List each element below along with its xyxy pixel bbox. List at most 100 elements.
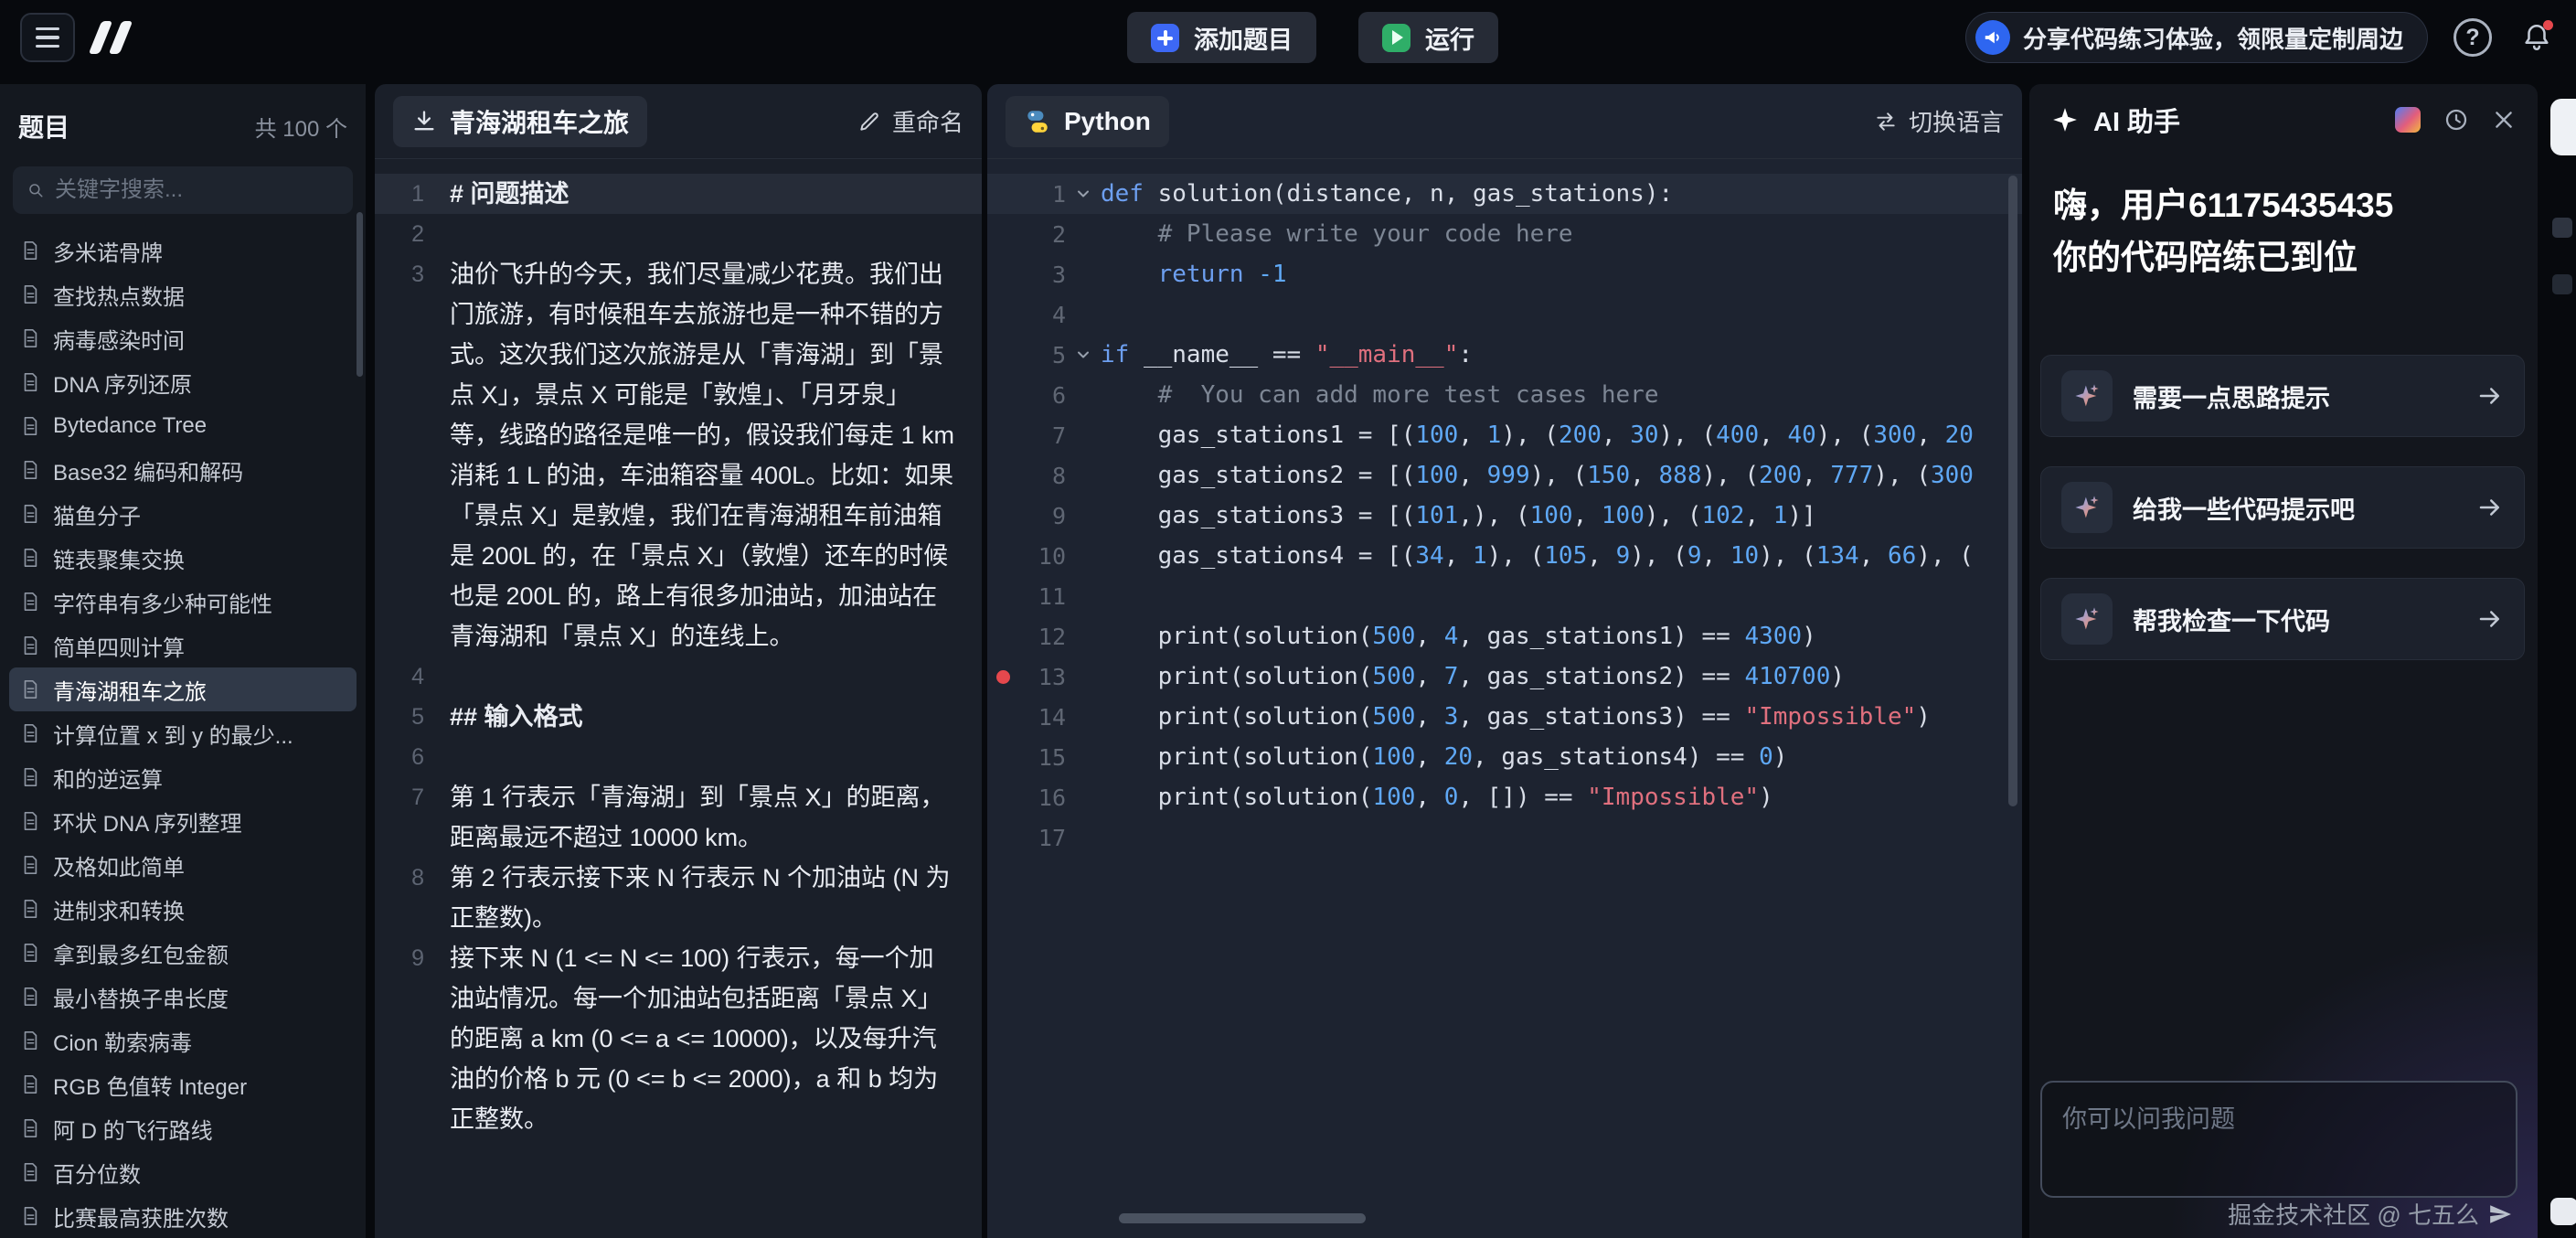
chevron-down-icon[interactable]: [1074, 185, 1092, 203]
code-text[interactable]: gas_stations4 = [(34, 1), (105, 9), (9, …: [1101, 536, 2022, 576]
code-text[interactable]: if __name__ == "__main__":: [1101, 335, 2022, 375]
theme-palette-icon[interactable]: [2395, 107, 2421, 133]
code-text[interactable]: print(solution(500, 4, gas_stations1) ==…: [1101, 616, 2022, 656]
sidebar-item[interactable]: 多米诺骨牌: [9, 229, 357, 272]
fold-gutter[interactable]: [1066, 346, 1101, 364]
code-line[interactable]: 16 print(solution(100, 0, []) == "Imposs…: [987, 777, 2022, 817]
code-line[interactable]: 3 return -1: [987, 254, 2022, 294]
promo-banner[interactable]: 分享代码练习体验，领限量定制周边: [1965, 12, 2428, 63]
code-text[interactable]: gas_stations1 = [(100, 1), (200, 30), (4…: [1101, 415, 2022, 455]
fold-gutter[interactable]: [1066, 185, 1101, 203]
code-text[interactable]: print(solution(100, 20, gas_stations4) =…: [1101, 737, 2022, 777]
sidebar-item-label: 比赛最高获胜次数: [53, 1201, 229, 1233]
code-line[interactable]: 15 print(solution(100, 20, gas_stations4…: [987, 737, 2022, 777]
code-line[interactable]: 1 def solution(distance, n, gas_stations…: [987, 174, 2022, 214]
document-icon: [20, 416, 40, 436]
code-line[interactable]: 14 print(solution(500, 3, gas_stations3)…: [987, 697, 2022, 737]
code-text[interactable]: print(solution(500, 3, gas_stations3) ==…: [1101, 697, 2022, 737]
line-number: 1: [1018, 181, 1066, 208]
sidebar-item[interactable]: 阿 D 的飞行路线: [9, 1106, 357, 1150]
ai-input-field[interactable]: [2042, 1083, 2516, 1196]
edge-icon-2[interactable]: [2552, 274, 2572, 294]
sidebar-item[interactable]: 计算位置 x 到 y 的最少...: [9, 711, 357, 755]
code-line[interactable]: 12 print(solution(500, 4, gas_stations1)…: [987, 616, 2022, 656]
code-text[interactable]: return -1: [1101, 254, 2022, 294]
document-icon: [20, 328, 40, 348]
sidebar-item[interactable]: 查找热点数据: [9, 272, 357, 316]
vertical-scrollbar[interactable]: [2008, 176, 2017, 806]
sidebar-item[interactable]: 猫鱼分子: [9, 492, 357, 536]
sidebar-item[interactable]: 环状 DNA 序列整理: [9, 799, 357, 843]
code-text[interactable]: # You can add more test cases here: [1101, 375, 2022, 415]
horizontal-scrollbar[interactable]: [1119, 1213, 1366, 1223]
edge-icon[interactable]: [2552, 218, 2572, 238]
search-input[interactable]: [55, 177, 338, 203]
line-number: 1: [375, 174, 450, 214]
sidebar-item[interactable]: 病毒感染时间: [9, 316, 357, 360]
breakpoint-dot[interactable]: [996, 670, 1010, 684]
sidebar-item[interactable]: 最小替换子串长度: [9, 975, 357, 1019]
sidebar-item-label: 青海湖租车之旅: [53, 674, 207, 706]
sidebar-item[interactable]: 简单四则计算: [9, 624, 357, 667]
menu-button[interactable]: [20, 13, 75, 62]
history-button[interactable]: [2443, 106, 2470, 133]
help-button[interactable]: ?: [2454, 18, 2492, 57]
code-line[interactable]: 9 gas_stations3 = [(101,), (100, 100), (…: [987, 496, 2022, 536]
code-text[interactable]: print(solution(500, 7, gas_stations2) ==…: [1101, 656, 2022, 697]
sidebar-scrollbar[interactable]: [357, 212, 363, 377]
top-bar: 添加题目 运行 分享代码练习体验，领限量定制周边 ?: [0, 0, 2576, 75]
code-line[interactable]: 2 # Please write your code here: [987, 214, 2022, 254]
problem-title-chip[interactable]: 青海湖租车之旅: [393, 96, 647, 147]
sidebar-item[interactable]: Cion 勒索病毒: [9, 1019, 357, 1062]
code-editor[interactable]: 1 def solution(distance, n, gas_stations…: [987, 159, 2022, 858]
rename-button[interactable]: 重命名: [857, 104, 963, 138]
sidebar-item[interactable]: 百分位数: [9, 1150, 357, 1194]
breakpoint-gutter[interactable]: [987, 670, 1018, 684]
description-editor[interactable]: 1# 问题描述23油价飞升的今天，我们尽量减少花费。我们出门旅游，有时候租车去旅…: [375, 159, 982, 1139]
floating-button-fragment[interactable]: [2550, 99, 2576, 155]
language-chip[interactable]: Python: [1006, 96, 1169, 147]
code-text[interactable]: # Please write your code here: [1101, 214, 2022, 254]
sidebar-item[interactable]: 字符串有多少种可能性: [9, 580, 357, 624]
chevron-down-icon[interactable]: [1074, 346, 1092, 364]
code-line[interactable]: 4: [987, 294, 2022, 335]
code-text[interactable]: def solution(distance, n, gas_stations):: [1101, 174, 2022, 214]
sparkle-icon: [2061, 370, 2113, 422]
notifications-button[interactable]: [2517, 18, 2556, 57]
description-line: 7第 1 行表示「青海湖」到「景点 X」的距离，距离最远不超过 10000 km…: [375, 777, 982, 858]
ai-suggestion-card[interactable]: 帮我检查一下代码: [2040, 578, 2525, 660]
add-problem-button[interactable]: 添加题目: [1127, 12, 1316, 63]
sidebar-item[interactable]: Bytedance Tree: [9, 404, 357, 448]
code-text[interactable]: gas_stations2 = [(100, 999), (150, 888),…: [1101, 455, 2022, 496]
sidebar-item[interactable]: RGB 色值转 Integer: [9, 1062, 357, 1106]
code-text[interactable]: print(solution(100, 0, []) == "Impossibl…: [1101, 777, 2022, 817]
sidebar-item[interactable]: 及格如此简单: [9, 843, 357, 887]
ai-suggestion-card[interactable]: 给我一些代码提示吧: [2040, 466, 2525, 549]
code-line[interactable]: 17: [987, 817, 2022, 858]
code-line[interactable]: 5 if __name__ == "__main__":: [987, 335, 2022, 375]
history-icon: [2443, 106, 2470, 133]
sidebar-item[interactable]: 比赛最高获胜次数: [9, 1194, 357, 1238]
search-box[interactable]: [13, 166, 353, 214]
sidebar-item[interactable]: 青海湖租车之旅: [9, 667, 357, 711]
run-button[interactable]: 运行: [1358, 12, 1498, 63]
ai-input-box[interactable]: [2040, 1081, 2517, 1198]
switch-language-button[interactable]: 切换语言: [1874, 104, 2004, 138]
sidebar-item[interactable]: 链表聚集交换: [9, 536, 357, 580]
code-text[interactable]: gas_stations3 = [(101,), (100, 100), (10…: [1101, 496, 2022, 536]
code-line[interactable]: 10 gas_stations4 = [(34, 1), (105, 9), (…: [987, 536, 2022, 576]
code-line[interactable]: 6 # You can add more test cases here: [987, 375, 2022, 415]
code-line[interactable]: 8 gas_stations2 = [(100, 999), (150, 888…: [987, 455, 2022, 496]
sidebar-item[interactable]: DNA 序列还原: [9, 360, 357, 404]
sidebar-item[interactable]: 和的逆运算: [9, 755, 357, 799]
sidebar-item[interactable]: 拿到最多红包金额: [9, 931, 357, 975]
code-line[interactable]: 13 print(solution(500, 7, gas_stations2)…: [987, 656, 2022, 697]
sidebar-item[interactable]: Base32 编码和解码: [9, 448, 357, 492]
close-button[interactable]: [2492, 108, 2516, 132]
code-line[interactable]: 11: [987, 576, 2022, 616]
code-line[interactable]: 7 gas_stations1 = [(100, 1), (200, 30), …: [987, 415, 2022, 455]
edge-bottom-button[interactable]: [2550, 1198, 2576, 1225]
ai-suggestion-card[interactable]: 需要一点思路提示: [2040, 355, 2525, 437]
sidebar-item[interactable]: 进制求和转换: [9, 887, 357, 931]
python-icon: [1024, 108, 1051, 135]
